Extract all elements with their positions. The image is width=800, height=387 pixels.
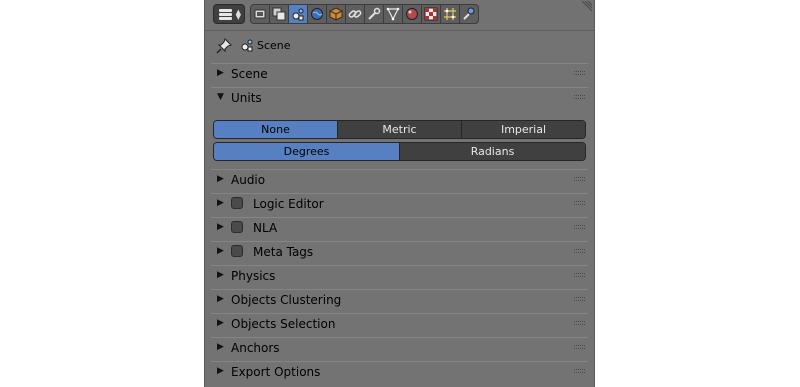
context-path: Scene: [205, 31, 594, 61]
drag-grip-icon[interactable]: [574, 321, 586, 327]
logic-editor-checkbox[interactable]: [231, 197, 243, 209]
world-icon[interactable]: [307, 4, 327, 24]
panel-meta-tags[interactable]: ▶ Meta Tags: [211, 241, 588, 263]
drag-grip-icon[interactable]: [574, 201, 586, 207]
panel-title: Anchors: [231, 341, 280, 355]
render-layers-icon[interactable]: [269, 4, 289, 24]
panel-title: Physics: [231, 269, 276, 283]
panel-title: Scene: [231, 67, 268, 81]
physics-icon[interactable]: [459, 4, 479, 24]
panel-objects-clustering[interactable]: ▶ Objects Clustering: [211, 289, 588, 311]
panel-title: Export Options: [231, 365, 321, 379]
unit-imperial-button[interactable]: Imperial: [461, 121, 585, 138]
drag-grip-icon[interactable]: [574, 297, 586, 303]
panel-objects-selection[interactable]: ▶ Objects Selection: [211, 313, 588, 335]
expand-triangle-icon: ▶: [217, 270, 224, 280]
panel-audio[interactable]: ▶ Audio: [211, 169, 588, 191]
expand-triangle-icon: ▶: [217, 198, 224, 208]
expand-triangle-icon: ▶: [217, 246, 224, 256]
scene-icon: [241, 39, 253, 52]
data-icon[interactable]: [383, 4, 403, 24]
panel-units[interactable]: ▼ Units: [211, 87, 588, 109]
expand-triangle-icon: ▶: [217, 366, 224, 376]
panel-title: Meta Tags: [253, 245, 314, 259]
particles-icon[interactable]: [440, 4, 460, 24]
drag-grip-icon[interactable]: [574, 249, 586, 255]
render-icon[interactable]: [250, 4, 270, 24]
expand-triangle-icon: ▶: [217, 68, 224, 78]
expand-triangle-icon: ▶: [217, 318, 224, 328]
panel-title: Objects Selection: [231, 317, 336, 331]
material-icon[interactable]: [402, 4, 422, 24]
properties-panel: ▲ ▼ Scene ▶ Scene ▼ Units None Metric Im…: [204, 0, 595, 387]
panel-physics[interactable]: ▶ Physics: [211, 265, 588, 287]
unit-none-button[interactable]: None: [214, 121, 337, 138]
drag-grip-icon[interactable]: [574, 95, 586, 101]
expand-triangle-icon: ▶: [217, 294, 224, 304]
texture-icon[interactable]: [421, 4, 441, 24]
object-icon[interactable]: [326, 4, 346, 24]
panel-export-options[interactable]: ▶ Export Options: [211, 361, 588, 383]
panel-logic-editor[interactable]: ▶ Logic Editor: [211, 193, 588, 215]
degrees-button[interactable]: Degrees: [214, 143, 399, 160]
drag-grip-icon[interactable]: [574, 225, 586, 231]
panel-title: Logic Editor: [253, 197, 324, 211]
collapse-triangle-icon: ▼: [217, 92, 224, 102]
expand-triangle-icon: ▶: [217, 174, 224, 184]
meta-tags-checkbox[interactable]: [231, 245, 243, 257]
rotation-unit-selector: Degrees Radians: [213, 142, 586, 161]
radians-button[interactable]: Radians: [399, 143, 585, 160]
properties-header: ▲ ▼: [205, 0, 594, 31]
expand-triangle-icon: ▶: [217, 222, 224, 232]
panel-title: NLA: [253, 221, 278, 235]
editor-type-selector[interactable]: ▲ ▼: [213, 4, 245, 24]
panel-anchors[interactable]: ▶ Anchors: [211, 337, 588, 359]
drag-grip-icon[interactable]: [574, 345, 586, 351]
properties-editor-icon: [219, 9, 232, 20]
scene-icon[interactable]: [288, 4, 308, 24]
drag-grip-icon[interactable]: [574, 71, 586, 77]
context-label: Scene: [257, 39, 291, 52]
constraints-icon[interactable]: [345, 4, 365, 24]
context-tabs: [250, 4, 479, 24]
expand-triangle-icon: ▶: [217, 342, 224, 352]
panel-title: Audio: [231, 173, 266, 187]
modifiers-icon[interactable]: [364, 4, 384, 24]
drag-grip-icon[interactable]: [574, 177, 586, 183]
nla-checkbox[interactable]: [231, 221, 243, 233]
unit-metric-button[interactable]: Metric: [337, 121, 461, 138]
drag-grip-icon[interactable]: [574, 273, 586, 279]
panel-nla[interactable]: ▶ NLA: [211, 217, 588, 239]
panel-title: Objects Clustering: [231, 293, 342, 307]
area-corner-grip-icon[interactable]: [580, 1, 592, 13]
panel-title: Units: [231, 91, 262, 105]
pin-icon[interactable]: [216, 38, 232, 54]
unit-system-selector: None Metric Imperial: [213, 120, 586, 139]
drag-grip-icon[interactable]: [574, 369, 586, 375]
panel-scene[interactable]: ▶ Scene: [211, 63, 588, 85]
updown-arrow-icon: ▲ ▼: [235, 8, 241, 21]
